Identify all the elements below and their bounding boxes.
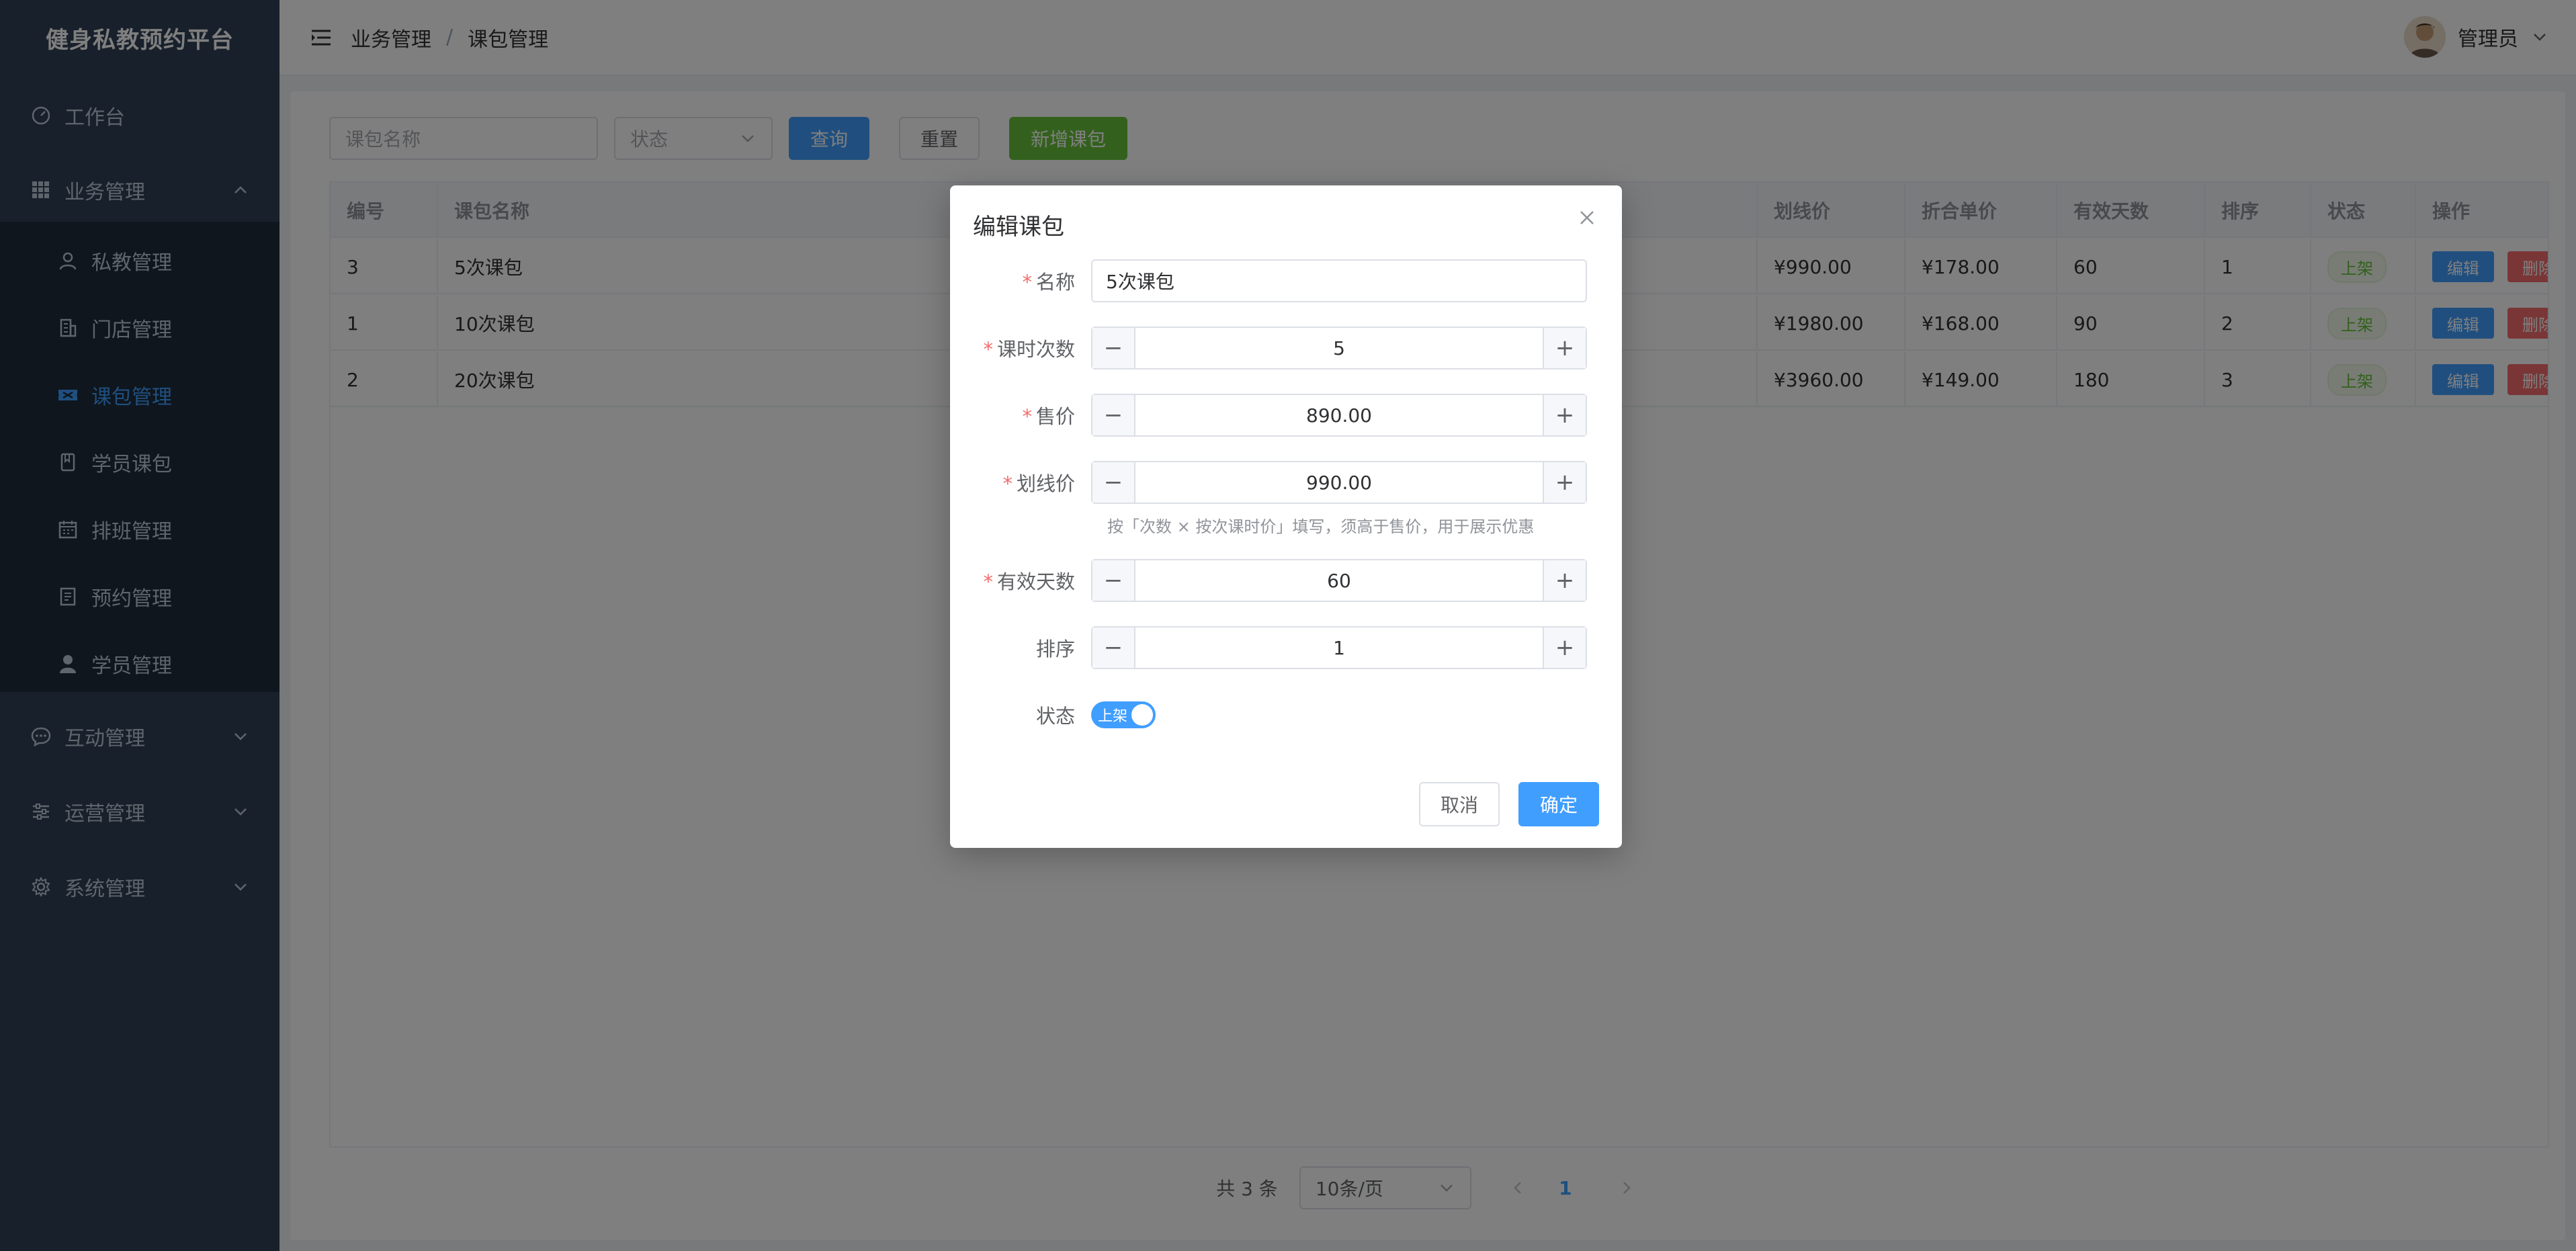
sort-value[interactable]: 1 xyxy=(1135,628,1543,668)
form-row-name: * 名称 5次课包 xyxy=(950,259,1622,302)
cancel-button[interactable]: 取消 xyxy=(1418,782,1500,826)
field-label: 课时次数 xyxy=(996,338,1075,361)
decrement-button[interactable]: − xyxy=(1092,628,1135,668)
confirm-button[interactable]: 确定 xyxy=(1518,782,1599,826)
price-value[interactable]: 890.00 xyxy=(1135,395,1543,435)
sort-stepper: − 1 + xyxy=(1091,626,1587,669)
form-row-list-price: * 划线价 − 990.00 + xyxy=(950,461,1622,504)
sessions-value[interactable]: 5 xyxy=(1135,328,1543,368)
list-price-value[interactable]: 990.00 xyxy=(1135,462,1543,503)
form-row-sort: 排序 − 1 + xyxy=(950,626,1622,669)
list-price-stepper: − 990.00 + xyxy=(1091,461,1587,504)
dialog-title: 编辑课包 xyxy=(973,214,1064,241)
increment-button[interactable]: + xyxy=(1543,328,1586,368)
increment-button[interactable]: + xyxy=(1543,462,1586,503)
field-label: 售价 xyxy=(1035,405,1075,428)
price-stepper: − 890.00 + xyxy=(1091,394,1587,437)
decrement-button[interactable]: − xyxy=(1092,560,1135,601)
field-label: 状态 xyxy=(1035,705,1075,728)
list-price-hint: 按「次数 × 按次课时价」填写，须高于售价，用于展示优惠 xyxy=(1107,517,1535,536)
toggle-knob xyxy=(1131,704,1153,726)
form-row-price: * 售价 − 890.00 + xyxy=(950,394,1622,437)
close-icon[interactable] xyxy=(1575,206,1599,230)
dialog-footer: 取消 确定 xyxy=(1418,782,1599,826)
status-toggle[interactable]: 上架 xyxy=(1091,701,1156,728)
increment-button[interactable]: + xyxy=(1543,395,1586,435)
field-label: 有效天数 xyxy=(996,570,1075,593)
increment-button[interactable]: + xyxy=(1543,628,1586,668)
toggle-text: 上架 xyxy=(1098,708,1128,725)
field-label: 划线价 xyxy=(1016,472,1075,495)
edit-package-dialog: 编辑课包 * 名称 5次课包 * 课时次数 − 5 + * 售价 − 890.00 +… xyxy=(950,185,1622,848)
name-input[interactable]: 5次课包 xyxy=(1091,259,1587,302)
days-value[interactable]: 60 xyxy=(1135,560,1543,601)
days-stepper: − 60 + xyxy=(1091,559,1587,602)
field-label: 排序 xyxy=(1035,638,1075,660)
increment-button[interactable]: + xyxy=(1543,560,1586,601)
form-row-status: 状态 上架 xyxy=(950,693,1622,736)
form-row-days: * 有效天数 − 60 + xyxy=(950,559,1622,602)
decrement-button[interactable]: − xyxy=(1092,395,1135,435)
decrement-button[interactable]: − xyxy=(1092,328,1135,368)
field-label: 名称 xyxy=(1035,271,1075,294)
decrement-button[interactable]: − xyxy=(1092,462,1135,503)
sessions-stepper: − 5 + xyxy=(1091,327,1587,370)
form-row-sessions: * 课时次数 − 5 + xyxy=(950,327,1622,370)
